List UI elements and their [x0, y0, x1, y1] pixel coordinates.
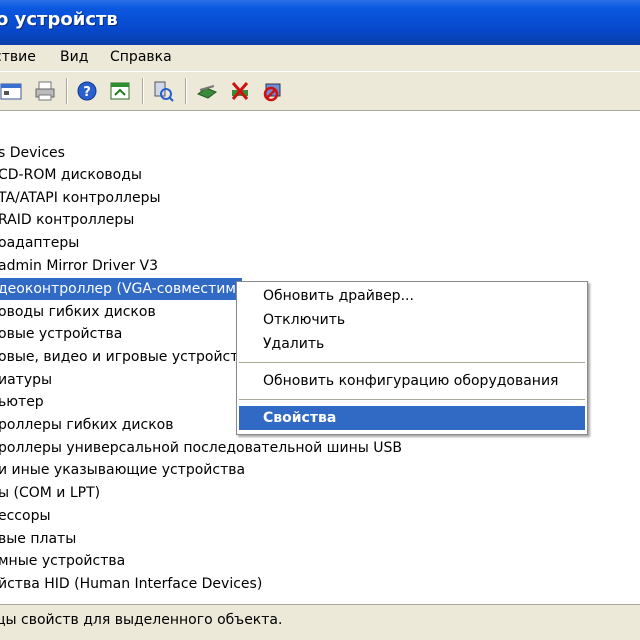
menu-item-disable[interactable]: Отключить	[239, 308, 585, 332]
help-icon[interactable]: ?	[76, 80, 98, 102]
tree-item[interactable]: вые платы	[0, 528, 76, 550]
tree-item[interactable]: мные устройства	[0, 550, 125, 572]
tree-item-selected[interactable]: деоконтроллер (VGA-совместим	[0, 278, 242, 300]
tree-item[interactable]: TA/ATAPI контроллеры	[0, 187, 161, 209]
tree-item[interactable]: йства HID (Human Interface Devices)	[0, 573, 262, 595]
menu-separator	[239, 362, 585, 363]
menu-help[interactable]: Справка	[110, 49, 172, 65]
tree-item[interactable]: иатуры	[0, 369, 52, 391]
tree-item[interactable]: ы (COM и LPT)	[0, 482, 100, 504]
tree-item[interactable]: ессоры	[0, 505, 51, 527]
print-icon[interactable]	[34, 80, 56, 102]
status-text: цы свойств для выделенного объекта.	[0, 612, 283, 628]
view-icon[interactable]	[109, 80, 131, 102]
tree-item[interactable]: admin Mirror Driver V3	[0, 255, 158, 277]
status-bar: цы свойств для выделенного объекта.	[0, 604, 640, 640]
tree-item[interactable]: RAID контроллеры	[0, 209, 134, 231]
toolbar: ?	[0, 71, 640, 111]
tree-item[interactable]: роллеры гибких дисков	[0, 414, 173, 436]
svg-text:?: ?	[83, 85, 91, 100]
tree-item[interactable]: и иные указывающие устройства	[0, 459, 245, 481]
menu-bar: ствие Вид Справка	[0, 45, 640, 71]
toolbar-separator	[142, 78, 144, 104]
tree-item[interactable]: ьютер	[0, 391, 44, 413]
menu-item-uninstall[interactable]: Удалить	[239, 332, 585, 356]
update-driver-icon[interactable]	[196, 80, 218, 102]
tree-item[interactable]: оадаптеры	[0, 232, 79, 254]
tree-item[interactable]: овые устройства	[0, 323, 122, 345]
menu-item-update-driver[interactable]: Обновить драйвер...	[239, 284, 585, 308]
menu-item-scan-hardware[interactable]: Обновить конфигурацию оборудования	[239, 369, 585, 393]
uninstall-icon[interactable]	[229, 80, 251, 102]
title-bar: о устройств	[0, 0, 640, 45]
tree-item[interactable]: роллеры универсальной последовательной ш…	[0, 437, 402, 459]
toolbar-separator	[185, 78, 187, 104]
disable-icon[interactable]	[262, 80, 284, 102]
tree-item[interactable]: овые, видео и игровые устройст	[0, 346, 238, 368]
menu-view[interactable]: Вид	[60, 49, 88, 65]
tree-item[interactable]: s Devices	[0, 142, 65, 164]
menu-item-properties[interactable]: Свойства	[239, 406, 585, 430]
menu-action[interactable]: ствие	[0, 49, 36, 65]
toolbar-separator	[66, 78, 68, 104]
context-menu: Обновить драйвер... Отключить Удалить Об…	[236, 281, 588, 435]
tree-item[interactable]: оводы гибких дисков	[0, 301, 156, 323]
tree-item[interactable]: CD-ROM дисководы	[0, 164, 142, 186]
window-title: о устройств	[0, 9, 118, 30]
menu-separator	[239, 399, 585, 400]
properties-icon[interactable]	[0, 80, 22, 102]
scan-hardware-icon[interactable]	[152, 80, 174, 102]
